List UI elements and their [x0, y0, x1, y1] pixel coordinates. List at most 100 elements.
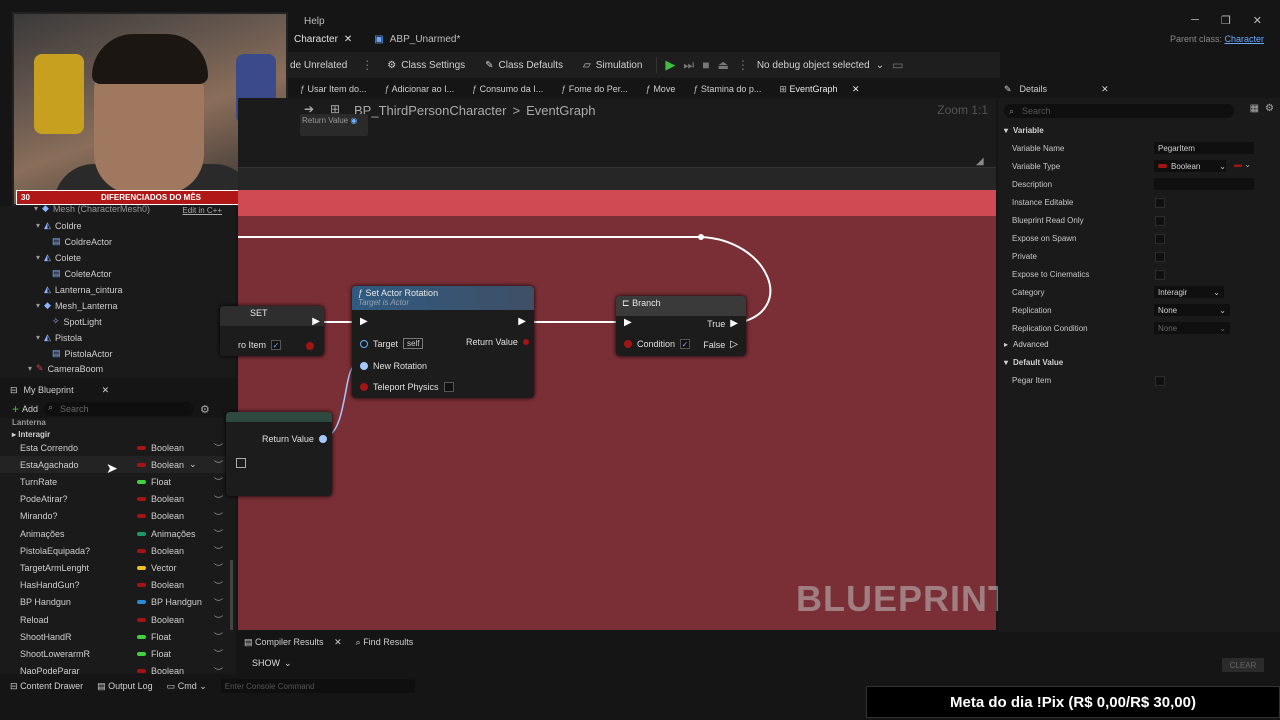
- tree-item[interactable]: ◭ Lanterna_cintura: [44, 284, 122, 295]
- variable-type-select[interactable]: Boolean: [137, 494, 184, 504]
- false-pin[interactable]: False ▷: [703, 339, 738, 350]
- my-blueprint-search-input[interactable]: ⌕ Search: [44, 402, 195, 416]
- exec-in-pin-icon[interactable]: ▶: [624, 317, 632, 328]
- variable-row[interactable]: Esta Correndo Boolean ︶: [0, 439, 232, 456]
- doc-tab-character[interactable]: Character ✕: [288, 34, 358, 45]
- tab-move[interactable]: ƒ Move: [646, 84, 676, 94]
- more-options-icon[interactable]: ⋮: [737, 58, 749, 72]
- container-type-select[interactable]: ▬ ⌄: [1234, 160, 1251, 169]
- details-tab[interactable]: ✎ Details ✕: [998, 80, 1280, 98]
- grid-view-icon[interactable]: ▦: [1250, 103, 1259, 114]
- variable-row[interactable]: TargetArmLenght Vector ︶: [0, 559, 232, 576]
- variable-row[interactable]: BP Handgun BP Handgun ︶: [0, 594, 232, 611]
- class-defaults-button[interactable]: ✎ Class Defaults: [479, 60, 569, 71]
- return-value-pin[interactable]: Return Value: [262, 434, 327, 444]
- target-pin[interactable]: Target self: [360, 338, 424, 349]
- tab-find-results[interactable]: ⌕ Find Results: [356, 637, 414, 648]
- tab-consumo[interactable]: ƒ Consumo da I...: [472, 84, 543, 94]
- tree-item[interactable]: ✧ SpotLight: [52, 316, 102, 327]
- variable-type-select[interactable]: Boolean: [137, 511, 184, 521]
- variable-type-select[interactable]: BP Handgun: [137, 597, 202, 607]
- return-value-pin[interactable]: Return Value: [466, 337, 529, 347]
- variable-type-select[interactable]: Float: [137, 649, 171, 659]
- section-variable[interactable]: ▾ Variable: [1004, 126, 1274, 135]
- variable-row[interactable]: ShootLowerarmR Float ︶: [0, 645, 232, 662]
- visibility-eye-icon[interactable]: ︶: [214, 544, 223, 557]
- variable-type-select[interactable]: Boolean ⌄: [137, 459, 197, 470]
- set-pin-item[interactable]: ro Item ✓: [238, 340, 282, 350]
- content-drawer-button[interactable]: ⊟ Content Drawer: [10, 681, 83, 692]
- output-log-button[interactable]: ▤ Output Log: [97, 681, 153, 692]
- checkbox-icon[interactable]: [443, 382, 454, 392]
- variable-type-select[interactable]: Boolean ⌄: [1154, 160, 1226, 172]
- close-icon[interactable]: ✕: [334, 637, 342, 647]
- visibility-eye-icon[interactable]: ︶: [214, 527, 223, 540]
- exec-out-pin-icon[interactable]: ▶: [312, 316, 320, 327]
- class-settings-button[interactable]: ⚙ Class Settings: [381, 60, 471, 71]
- variable-row[interactable]: PodeAtirar? Boolean ︶: [0, 491, 232, 508]
- resize-handle-icon[interactable]: ◢: [976, 156, 984, 167]
- set-node[interactable]: SET ro Item ✓ ▶: [220, 306, 324, 356]
- close-icon[interactable]: ✕: [344, 34, 352, 45]
- visibility-eye-icon[interactable]: ︶: [214, 596, 223, 609]
- variable-type-select[interactable]: Animações: [137, 529, 196, 539]
- category-interagir[interactable]: ▸ Interagir: [12, 430, 50, 439]
- variable-row[interactable]: ShootHandR Float ︶: [0, 628, 232, 645]
- bool-out-pin-icon[interactable]: [306, 342, 314, 350]
- tree-item[interactable]: ▾ ◭ Colete: [36, 252, 81, 263]
- close-icon[interactable]: ✕: [1101, 84, 1109, 95]
- breadcrumb-blueprint[interactable]: BP_ThirdPersonCharacter: [354, 103, 506, 118]
- category-select[interactable]: Interagir ⌄: [1154, 286, 1224, 298]
- doc-tab-abp-unarmed[interactable]: ▣ ABP_Unarmed*: [368, 34, 466, 45]
- menu-help[interactable]: Help: [304, 16, 325, 27]
- bp-read-only-checkbox[interactable]: [1155, 216, 1165, 226]
- visibility-eye-icon[interactable]: ︶: [214, 493, 223, 506]
- console-command-input[interactable]: Enter Console Command: [220, 679, 415, 693]
- description-field[interactable]: [1154, 178, 1254, 190]
- lower-node-fragment[interactable]: Return Value: [226, 412, 332, 496]
- category-lanterna[interactable]: Lanterna: [12, 418, 46, 427]
- show-button[interactable]: SHOW ⌄: [252, 658, 292, 669]
- add-button[interactable]: + Add: [12, 402, 38, 416]
- my-blueprint-tab[interactable]: ⊟ My Blueprint ✕: [0, 380, 236, 400]
- clear-button[interactable]: CLEAR: [1222, 658, 1264, 672]
- variable-row[interactable]: PistolaEquipada? Boolean ︶: [0, 542, 232, 559]
- variable-type-select[interactable]: Boolean: [137, 615, 184, 625]
- debug-object-select[interactable]: No debug object selected ⌄: [757, 60, 884, 71]
- visibility-eye-icon[interactable]: ︶: [214, 441, 223, 454]
- input-box-fragment[interactable]: [236, 458, 246, 468]
- scrollbar[interactable]: [230, 560, 233, 630]
- gear-icon[interactable]: ⚙: [1265, 103, 1274, 114]
- edit-cpp-link[interactable]: Edit in C++: [182, 206, 222, 215]
- expose-spawn-checkbox[interactable]: [1155, 234, 1165, 244]
- step-icon[interactable]: ⏭: [683, 58, 694, 73]
- return-value-node-fragment[interactable]: Return Value ◉: [300, 114, 368, 136]
- visibility-eye-icon[interactable]: ︶: [214, 665, 223, 674]
- parent-class-link[interactable]: Character: [1224, 34, 1264, 44]
- variable-type-select[interactable]: Float: [137, 477, 171, 487]
- tree-item[interactable]: ▤ PistolaActor: [52, 348, 113, 359]
- stop-icon[interactable]: ■: [702, 58, 709, 72]
- exec-in-pin-icon[interactable]: ▶: [360, 316, 368, 327]
- tree-item[interactable]: ▾ ◆ Mesh_Lanterna: [36, 300, 117, 311]
- true-pin[interactable]: True ▶: [707, 318, 738, 329]
- minimize-icon[interactable]: ─: [1191, 14, 1199, 27]
- visibility-eye-icon[interactable]: ︶: [214, 613, 223, 626]
- section-advanced[interactable]: ▸ Advanced: [1004, 340, 1274, 349]
- details-search-input[interactable]: ⌕ Search: [1004, 104, 1234, 118]
- gear-icon[interactable]: ⚙: [200, 403, 210, 416]
- pegar-item-checkbox[interactable]: [1155, 376, 1165, 386]
- section-default-value[interactable]: ▾ Default Value: [1004, 358, 1274, 367]
- tab-usar-item[interactable]: ƒ Usar Item do...: [300, 84, 367, 94]
- private-checkbox[interactable]: [1155, 252, 1165, 262]
- visibility-eye-icon[interactable]: ︶: [214, 510, 223, 523]
- exec-out-pin-icon[interactable]: ▶: [518, 316, 526, 327]
- close-icon[interactable]: ✕: [1253, 14, 1262, 27]
- tree-item[interactable]: ▾ ◭ Coldre: [36, 220, 81, 231]
- close-icon[interactable]: ✕: [102, 385, 110, 396]
- simulation-button[interactable]: ▱ Simulation: [577, 60, 648, 71]
- checkbox-icon[interactable]: ✓: [271, 340, 282, 350]
- variable-type-select[interactable]: Boolean: [137, 546, 184, 556]
- tree-item[interactable]: ▤ ColeteActor: [52, 268, 112, 279]
- variable-type-select[interactable]: Boolean: [137, 666, 184, 674]
